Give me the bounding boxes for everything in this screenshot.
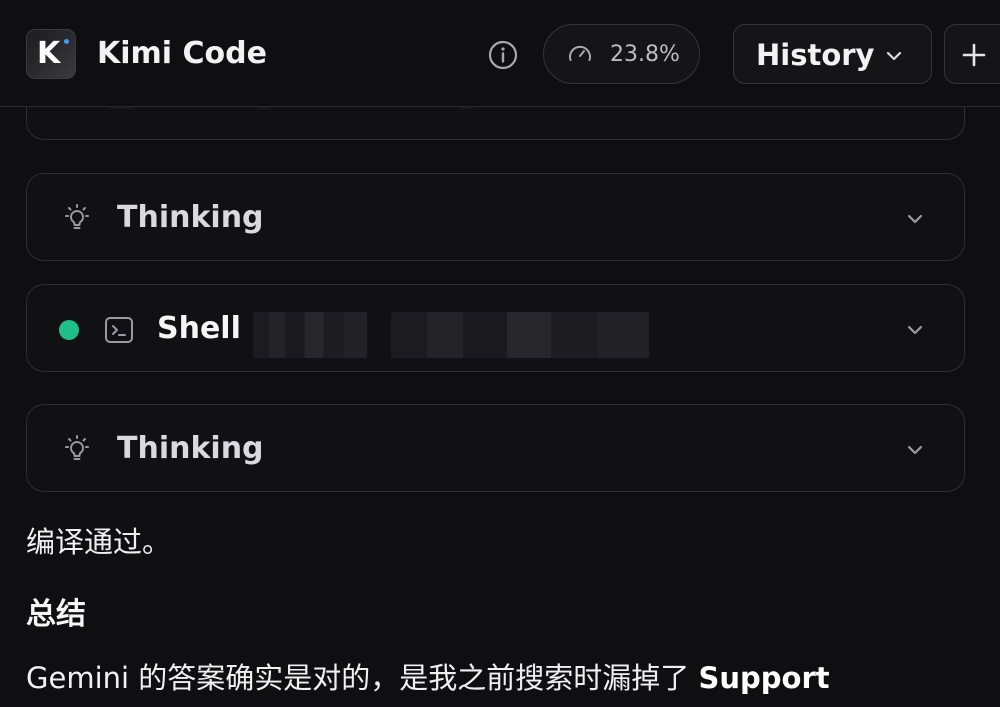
thinking-card[interactable]: Thinking bbox=[26, 404, 965, 492]
message-text: 编译通过。 bbox=[26, 525, 172, 559]
lightbulb-icon bbox=[65, 204, 89, 229]
shell-label: Shell bbox=[157, 311, 241, 346]
redacted-command bbox=[391, 312, 649, 358]
thinking-card[interactable]: Thinking bbox=[26, 173, 965, 261]
header-bar: K Kimi Code 23.8% History bbox=[0, 0, 1000, 107]
thinking-label: Thinking bbox=[117, 200, 264, 235]
context-usage-indicator[interactable]: 23.8% bbox=[543, 24, 700, 84]
shell-card[interactable]: Shell bbox=[26, 284, 965, 372]
thinking-label: Thinking bbox=[117, 431, 264, 466]
kimi-logo: K bbox=[26, 29, 76, 79]
chevron-down-icon[interactable] bbox=[903, 318, 927, 342]
status-dot bbox=[59, 320, 79, 340]
gauge-icon bbox=[569, 45, 591, 61]
chevron-down-icon[interactable] bbox=[903, 207, 927, 231]
chevron-down-icon bbox=[886, 51, 902, 61]
app-title: Kimi Code bbox=[97, 36, 267, 71]
info-icon[interactable] bbox=[486, 38, 520, 72]
new-session-button[interactable] bbox=[944, 24, 1000, 84]
terminal-icon bbox=[105, 317, 133, 343]
history-label: History bbox=[756, 38, 875, 72]
chevron-down-icon[interactable] bbox=[903, 438, 927, 462]
kimi-code-panel: Thinking Shell Thinking 编译通过。 总结 Gemini … bbox=[0, 0, 1000, 707]
summary-bold-term: Support bbox=[698, 661, 830, 695]
message-text: Gemini 的答案确实是对的，是我之前搜索时漏掉了 Support bbox=[26, 660, 830, 696]
lightbulb-icon bbox=[65, 435, 89, 460]
usage-percent: 23.8% bbox=[610, 42, 680, 67]
logo-dot bbox=[64, 39, 69, 44]
logo-letter: K bbox=[37, 36, 61, 71]
plus-icon bbox=[962, 43, 986, 67]
summary-text: Gemini 的答案确实是对的，是我之前搜索时漏掉了 bbox=[26, 661, 699, 695]
redacted-command bbox=[253, 312, 367, 358]
history-button[interactable]: History bbox=[733, 24, 932, 84]
summary-heading: 总结 bbox=[26, 597, 86, 632]
